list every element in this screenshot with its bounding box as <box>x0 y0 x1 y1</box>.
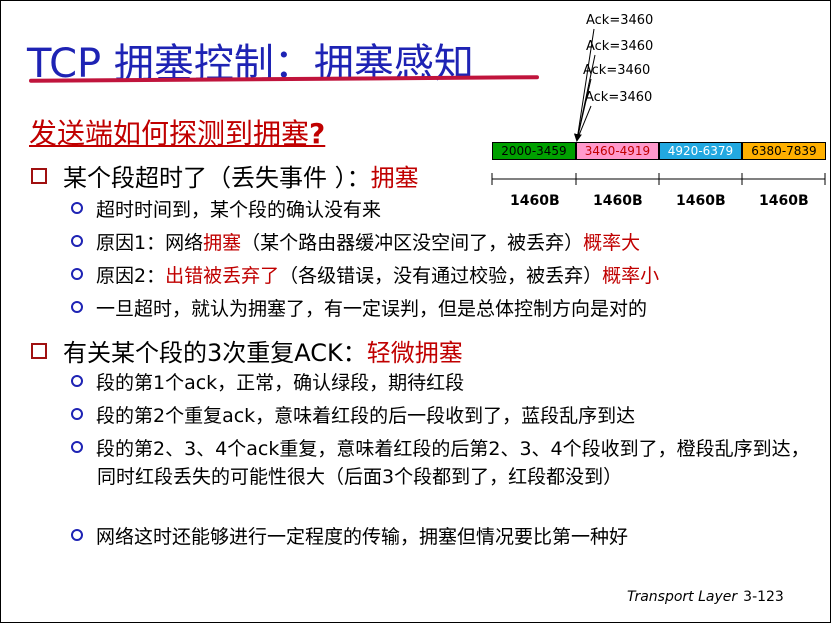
segment-length-label: 1460B <box>759 193 809 209</box>
sub-bullet-highlight: 拥塞 <box>203 232 242 254</box>
circle-bullet-icon <box>71 235 83 247</box>
segment-red: 3460-4919 <box>576 142 659 160</box>
ack-arrows <box>573 28 596 142</box>
square-bullet-icon <box>31 343 47 359</box>
sub-bullet-text: 原因1：网络 <box>96 232 204 254</box>
segment-length-axis <box>491 173 826 185</box>
sub-bullet-text: 段的第1个ack，正常，确认绿段，期待红段 <box>96 372 465 394</box>
sub-bullet: 段的第1个ack，正常，确认绿段，期待红段 <box>71 369 464 397</box>
bullet-timeout: 某个段超时了（丢失事件 ）：拥塞 <box>31 158 419 193</box>
page-number: 3-123 <box>743 589 784 605</box>
sub-bullet: 段的第2、3、4个ack重复，意味着红段的后第2、3、4个段收到了，橙段乱序到达… <box>71 435 813 491</box>
segment-length-label: 1460B <box>593 193 643 209</box>
subtitle: 发送端如何探测到拥塞? <box>29 112 325 152</box>
segment-length-label: 1460B <box>510 193 560 209</box>
bullet-dup-ack-text: 有关某个段的3次重复ACK： <box>63 339 367 367</box>
circle-bullet-icon <box>71 441 83 453</box>
segment-green: 2000-3459 <box>492 142 576 160</box>
bullet-timeout-text: 某个段超时了（丢失事件 ）： <box>63 164 371 192</box>
sub-bullet-highlight: 概率大 <box>583 232 641 254</box>
circle-bullet-icon <box>71 375 83 387</box>
sub-bullet-text: （各级错误，没有通过校验，被丢弃） <box>279 265 603 287</box>
sub-bullet-text: 网络这时还能够进行一定程度的传输，拥塞但情况要比第一种好 <box>96 526 629 548</box>
sub-bullet: 一旦超时，就认为拥塞了，有一定误判，但是总体控制方向是对的 <box>71 295 647 323</box>
ack-arrow <box>573 28 595 142</box>
slide: TCP 拥塞控制：拥塞感知 发送端如何探测到拥塞? 某个段超时了（丢失事件 ）：… <box>0 0 831 623</box>
footer-label: Transport Layer <box>627 589 738 605</box>
segment-blue: 4920-6379 <box>659 142 742 160</box>
bullet-timeout-highlight: 拥塞 <box>370 164 419 192</box>
ack-arrow <box>576 78 592 141</box>
sub-bullet: 超时时间到，某个段的确认没有来 <box>71 196 381 224</box>
sub-bullet-text: 原因2： <box>96 265 166 287</box>
bullet-dup-ack: 有关某个段的3次重复ACK：轻微拥塞 <box>31 333 463 368</box>
sub-bullet-text: 超时时间到，某个段的确认没有来 <box>96 199 382 221</box>
bullet-dup-ack-highlight: 轻微拥塞 <box>366 339 463 367</box>
sub-bullet-highlight: 概率小 <box>602 265 660 287</box>
segment-length-label: 1460B <box>676 193 726 209</box>
subtitle-question-mark: ? <box>309 117 326 150</box>
sub-bullet-highlight: 出错被丢弃了 <box>165 265 280 287</box>
square-bullet-icon <box>31 168 47 184</box>
sub-bullet: 网络这时还能够进行一定程度的传输，拥塞但情况要比第一种好 <box>71 523 628 551</box>
sub-bullet: 段的第2个重复ack，意味着红段的后一段收到了，蓝段乱序到达 <box>71 402 635 430</box>
footer: Transport Layer 3-123 <box>627 589 784 605</box>
segment-orange: 6380-7839 <box>742 142 826 160</box>
sub-bullet: 原因2：出错被丢弃了（各级错误，没有通过校验，被丢弃）概率小 <box>71 262 659 290</box>
subtitle-text: 发送端如何探测到拥塞 <box>29 117 310 150</box>
circle-bullet-icon <box>71 268 83 280</box>
circle-bullet-icon <box>71 301 83 313</box>
sub-bullet: 原因1：网络拥塞（某个路由器缓冲区没空间了，被丢弃）概率大 <box>71 229 640 257</box>
circle-bullet-icon <box>71 529 83 541</box>
circle-bullet-icon <box>71 202 83 214</box>
sub-bullet-text: 段的第2个重复ack，意味着红段的后一段收到了，蓝段乱序到达 <box>96 405 636 427</box>
circle-bullet-icon <box>71 408 83 420</box>
sub-bullet-text: 一旦超时，就认为拥塞了，有一定误判，但是总体控制方向是对的 <box>96 298 648 320</box>
sub-bullet-text: （某个路由器缓冲区没空间了，被丢弃） <box>241 232 584 254</box>
sub-bullet-text: 段的第2、3、4个ack重复，意味着红段的后第2、3、4个段收到了，橙段乱序到达… <box>96 438 810 488</box>
